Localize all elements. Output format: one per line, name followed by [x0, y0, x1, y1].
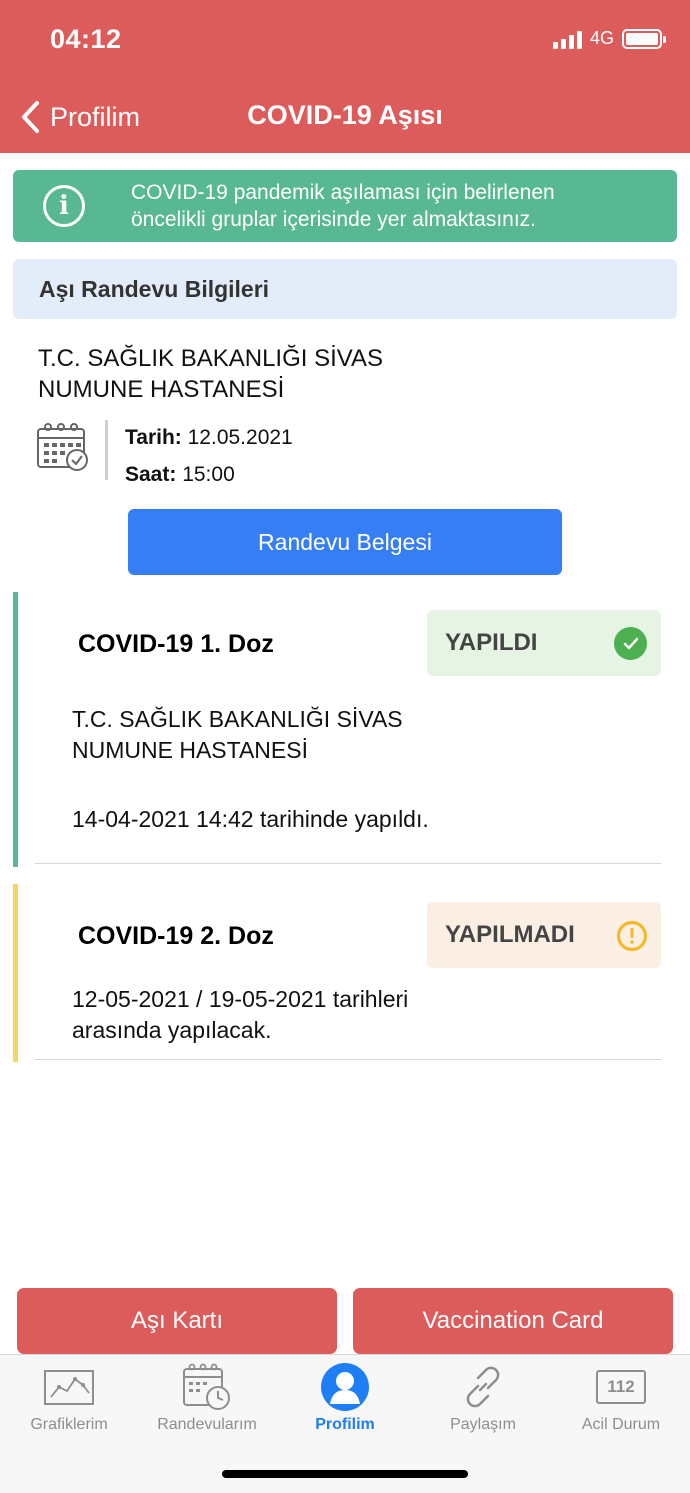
home-indicator[interactable]	[222, 1470, 468, 1478]
dose-1-title: COVID-19 1. Doz	[78, 630, 274, 658]
tab-acil-durum[interactable]: 112 Acil Durum	[552, 1355, 690, 1445]
dose-1-divider	[35, 863, 661, 864]
dose-2-note-line-2: arasında yapılacak.	[72, 1017, 272, 1043]
dose-2-card: COVID-19 2. Doz YAPILMADI 12-05-2021 / 1…	[13, 884, 677, 1062]
appointment-section-title: Aşı Randevu Bilgileri	[13, 259, 677, 319]
battery-icon	[622, 28, 666, 49]
dose-2-divider	[35, 1059, 661, 1060]
hospital-line-2: NUMUNE HASTANESİ	[38, 376, 285, 403]
user-icon	[320, 1362, 370, 1412]
time-label: Saat:	[125, 463, 177, 486]
appointment-date: Tarih: 12.05.2021	[125, 426, 293, 450]
network-label: 4G	[589, 28, 614, 48]
calendar-clock-icon	[180, 1362, 234, 1412]
tab-label-grafiklerim: Grafiklerim	[30, 1416, 108, 1433]
tab-label-paylasim: Paylaşım	[450, 1416, 516, 1433]
dose-1-hospital: T.C. SAĞLIK BAKANLIĞI SİVAS NUMUNE HASTA…	[72, 704, 403, 766]
dose-2-status-badge: YAPILMADI	[427, 902, 661, 968]
vaccination-card-button[interactable]: Vaccination Card	[353, 1288, 673, 1354]
chart-icon	[43, 1362, 95, 1412]
banner-line-1: COVID-19 pandemik aşılaması için belirle…	[131, 181, 555, 204]
tab-grafiklerim[interactable]: Grafiklerim	[0, 1355, 138, 1445]
date-label: Tarih:	[125, 426, 182, 449]
back-button[interactable]: Profilim	[20, 100, 140, 134]
navigation-header: 04:12 4G Profilim COVID-19 Aşısı	[0, 0, 690, 153]
dose-2-note-line-1: 12-05-2021 / 19-05-2021 tarihleri	[72, 986, 409, 1012]
emergency-112-text: 112	[596, 1370, 646, 1404]
tab-randevularim[interactable]: Randevularım	[138, 1355, 276, 1445]
warning-circle-icon	[617, 921, 647, 951]
hospital-line-1: T.C. SAĞLIK BAKANLIĞI SİVAS	[38, 345, 384, 372]
tab-paylasim[interactable]: Paylaşım	[414, 1355, 552, 1445]
time-value: 15:00	[182, 463, 235, 486]
dose-1-card: COVID-19 1. Doz YAPILDI T.C. SAĞLIK BAKA…	[13, 592, 677, 867]
chevron-left-icon	[22, 101, 39, 133]
calendar-check-icon	[37, 423, 88, 471]
tab-label-randevularim: Randevularım	[157, 1416, 257, 1433]
banner-line-2: öncelikli gruplar içerisinde yer almakta…	[131, 208, 536, 231]
appointment-hospital: T.C. SAĞLIK BAKANLIĞI SİVAS NUMUNE HASTA…	[38, 343, 538, 405]
asi-karti-button[interactable]: Aşı Kartı	[17, 1288, 337, 1354]
banner-text: COVID-19 pandemik aşılaması için belirle…	[131, 179, 555, 233]
link-icon	[458, 1362, 508, 1412]
dose-2-note: 12-05-2021 / 19-05-2021 tarihleri arasın…	[72, 984, 408, 1046]
back-label: Profilim	[50, 101, 141, 132]
emergency-112-icon: 112	[596, 1362, 646, 1412]
dose-1-status-badge: YAPILDI	[427, 610, 661, 676]
tab-label-acil-durum: Acil Durum	[581, 1416, 661, 1433]
date-value: 12.05.2021	[187, 426, 293, 449]
priority-info-banner: i COVID-19 pandemik aşılaması için belir…	[13, 170, 677, 242]
appointment-time: Saat: 15:00	[125, 463, 235, 487]
signal-icon	[552, 29, 582, 49]
dose-2-accent	[13, 884, 18, 1062]
dose-1-status: YAPILDI	[445, 629, 538, 656]
dose-2-status: YAPILMADI	[445, 921, 575, 948]
dose-1-note: 14-04-2021 14:42 tarihinde yapıldı.	[72, 806, 429, 832]
status-indicators: 4G	[552, 28, 666, 49]
check-circle-icon	[614, 627, 647, 660]
dose-1-hospital-line-2: NUMUNE HASTANESİ	[72, 737, 308, 763]
tab-profilim[interactable]: Profilim	[276, 1355, 414, 1445]
dose-1-accent	[13, 592, 18, 867]
appointment-divider	[105, 420, 108, 480]
status-time: 04:12	[50, 24, 122, 54]
dose-2-title: COVID-19 2. Doz	[78, 922, 274, 950]
appointment-document-button[interactable]: Randevu Belgesi	[128, 509, 562, 575]
tab-label-profilim: Profilim	[315, 1416, 375, 1433]
info-icon: i	[43, 185, 85, 227]
dose-1-hospital-line-1: T.C. SAĞLIK BAKANLIĞI SİVAS	[72, 706, 403, 732]
